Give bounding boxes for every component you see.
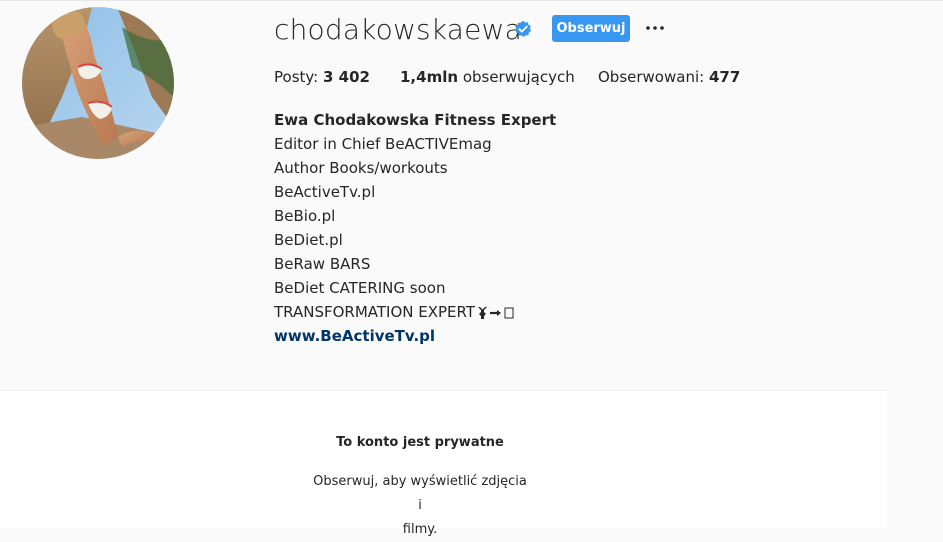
private-title: To konto jest prywatne bbox=[336, 435, 504, 450]
private-subtitle-line: Obserwuj, aby wyświetlić zdjęcia i bbox=[313, 474, 527, 513]
followers-count[interactable]: 1,4mln obserwujących bbox=[400, 67, 575, 87]
bio-line-transformation: TRANSFORMATION EXPERT bbox=[274, 300, 556, 324]
posts-value: 3 402 bbox=[323, 68, 370, 86]
bio-line-text: TRANSFORMATION EXPERT bbox=[274, 303, 476, 321]
bio-line: Author Books/workouts bbox=[274, 159, 448, 177]
more-options-icon[interactable] bbox=[644, 17, 666, 39]
bio-line: Editor in Chief BeACTIVEmag bbox=[274, 135, 492, 153]
following-label: Obserwowani: bbox=[598, 68, 705, 86]
private-subtitle: Obserwuj, aby wyświetlić zdjęcia i filmy… bbox=[310, 470, 530, 542]
following-value: 477 bbox=[708, 68, 741, 86]
private-subtitle-line: filmy. bbox=[402, 522, 438, 537]
bio-line: BeActiveTv.pl bbox=[274, 183, 376, 201]
bio-line: BeBio.pl bbox=[274, 207, 336, 225]
profile-photo bbox=[22, 7, 174, 159]
following-count[interactable]: Obserwowani: 477 bbox=[598, 67, 740, 87]
verified-badge-icon bbox=[515, 20, 531, 37]
posts-count: Posty: 3 402 bbox=[274, 67, 370, 87]
profile-bio: Ewa Chodakowska Fitness Expert Editor in… bbox=[274, 108, 556, 348]
bio-line: BeRaw BARS bbox=[274, 255, 371, 273]
followers-value: 1,4mln bbox=[400, 68, 459, 86]
full-name: Ewa Chodakowska Fitness Expert bbox=[274, 111, 557, 129]
bio-line: BeDiet.pl bbox=[274, 231, 343, 249]
followers-label: obserwujących bbox=[462, 68, 575, 86]
bio-line: BeDiet CATERING soon bbox=[274, 279, 446, 297]
private-account-panel: To konto jest prywatne Obserwuj, aby wyś… bbox=[0, 390, 887, 537]
avatar[interactable] bbox=[22, 7, 174, 159]
top-divider bbox=[0, 0, 943, 1]
posts-label: Posty: bbox=[274, 68, 319, 86]
profile-username: chodakowskaewa bbox=[274, 13, 523, 46]
website-link[interactable]: www.BeActiveTv.pl bbox=[274, 327, 435, 345]
follow-button[interactable]: Obserwuj bbox=[552, 15, 630, 42]
transformation-emoji-icon bbox=[478, 306, 514, 319]
